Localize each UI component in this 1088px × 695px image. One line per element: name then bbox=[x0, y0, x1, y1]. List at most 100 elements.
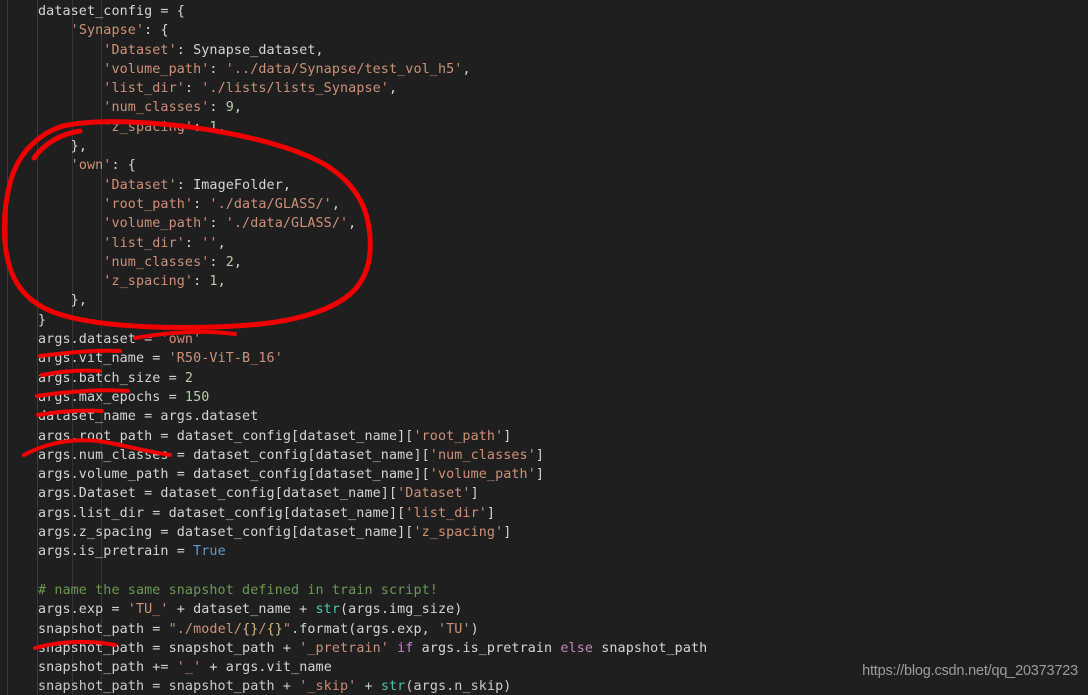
code-indent bbox=[38, 81, 103, 96]
code-token-plain: args.max_epochs = bbox=[38, 390, 185, 405]
code-token-plain: , bbox=[389, 81, 397, 96]
code-line[interactable]: 'num_classes': 9, bbox=[0, 98, 1088, 117]
code-token-fn: str bbox=[381, 679, 406, 694]
code-line[interactable]: snapshot_path = "./model/{}/{}".format(a… bbox=[0, 620, 1088, 639]
code-token-plain: args.is_pretrain = bbox=[38, 544, 193, 559]
code-token-plain: + bbox=[356, 679, 381, 694]
code-line[interactable]: } bbox=[0, 311, 1088, 330]
code-token-str: 'own' bbox=[160, 332, 201, 347]
code-token-plain: : bbox=[209, 62, 225, 77]
code-indent bbox=[38, 178, 103, 193]
code-line[interactable]: 'z_spacing': 1, bbox=[0, 118, 1088, 137]
code-token-str: " bbox=[283, 622, 291, 637]
code-token-plain: ] bbox=[503, 525, 511, 540]
code-token-num: 2 bbox=[185, 371, 193, 386]
code-token-str: 'TU' bbox=[438, 622, 471, 637]
code-line[interactable]: 'volume_path': './data/GLASS/', bbox=[0, 214, 1088, 233]
code-token-str: 'num_classes' bbox=[103, 255, 209, 270]
code-token-num: 150 bbox=[185, 390, 210, 405]
code-token-plain: ] bbox=[471, 486, 479, 501]
code-line[interactable]: args.max_epochs = 150 bbox=[0, 388, 1088, 407]
code-token-plain: ] bbox=[487, 506, 495, 521]
code-token-plain: args.vit_name = bbox=[38, 351, 169, 366]
code-line[interactable]: snapshot_path = snapshot_path + '_skip' … bbox=[0, 677, 1088, 695]
code-indent bbox=[38, 197, 103, 212]
code-token-plain: } bbox=[38, 313, 46, 328]
code-token-str: './data/GLASS/' bbox=[226, 216, 348, 231]
code-editor-screenshot: dataset_config = { 'Synapse': { 'Dataset… bbox=[0, 0, 1088, 695]
code-token-str: 'Dataset' bbox=[103, 43, 176, 58]
code-token-str: 'root_path' bbox=[103, 197, 193, 212]
code-token-plain: , bbox=[348, 216, 356, 231]
code-content[interactable]: dataset_config = { 'Synapse': { 'Dataset… bbox=[0, 0, 1088, 695]
code-indent bbox=[38, 216, 103, 231]
code-token-str: 'list_dir' bbox=[405, 506, 487, 521]
code-token-plain: args.Dataset = dataset_config[dataset_na… bbox=[38, 486, 397, 501]
code-indent bbox=[38, 255, 103, 270]
code-line[interactable]: args.dataset = 'own' bbox=[0, 330, 1088, 349]
code-token-plain: .format(args.exp, bbox=[291, 622, 438, 637]
code-line[interactable]: 'root_path': './data/GLASS/', bbox=[0, 195, 1088, 214]
code-token-str: 'Synapse' bbox=[71, 23, 144, 38]
code-token-str: './lists/lists_Synapse' bbox=[201, 81, 389, 96]
code-token-num: 9 bbox=[226, 100, 234, 115]
code-token-str: 'Dataset' bbox=[103, 178, 176, 193]
code-line[interactable]: 'Synapse': { bbox=[0, 21, 1088, 40]
code-token-plain: : bbox=[193, 197, 209, 212]
code-token-plain: , bbox=[234, 100, 242, 115]
code-token-num: 1 bbox=[209, 274, 217, 289]
code-token-str: 'own' bbox=[71, 158, 112, 173]
code-line[interactable]: 'list_dir': '', bbox=[0, 234, 1088, 253]
code-token-plain: snapshot_path += bbox=[38, 660, 177, 675]
code-token-plain: dataset_name = args.dataset bbox=[38, 409, 258, 424]
code-token-str: 'volume_path' bbox=[103, 216, 209, 231]
code-line[interactable]: 'list_dir': './lists/lists_Synapse', bbox=[0, 79, 1088, 98]
code-line[interactable]: args.Dataset = dataset_config[dataset_na… bbox=[0, 484, 1088, 503]
code-line[interactable]: 'z_spacing': 1, bbox=[0, 272, 1088, 291]
code-token-str: '_' bbox=[177, 660, 202, 675]
code-token-plain: snapshot_path = bbox=[38, 622, 169, 637]
code-indent bbox=[38, 100, 103, 115]
code-line[interactable]: }, bbox=[0, 291, 1088, 310]
code-line[interactable]: 'Dataset': Synapse_dataset, bbox=[0, 41, 1088, 60]
code-line[interactable]: dataset_config = { bbox=[0, 2, 1088, 21]
code-line[interactable]: snapshot_path = snapshot_path + '_pretra… bbox=[0, 639, 1088, 658]
code-line[interactable]: args.vit_name = 'R50-ViT-B_16' bbox=[0, 349, 1088, 368]
code-line[interactable]: dataset_name = args.dataset bbox=[0, 407, 1088, 426]
code-line[interactable]: }, bbox=[0, 137, 1088, 156]
code-token-ctl: if bbox=[397, 641, 413, 656]
code-token-plain: : bbox=[185, 81, 201, 96]
code-indent bbox=[38, 158, 71, 173]
code-line[interactable]: # name the same snapshot defined in trai… bbox=[0, 581, 1088, 600]
code-line[interactable]: 'volume_path': '../data/Synapse/test_vol… bbox=[0, 60, 1088, 79]
code-line[interactable]: 'Dataset': ImageFolder, bbox=[0, 176, 1088, 195]
code-token-str: '../data/Synapse/test_vol_h5' bbox=[226, 62, 463, 77]
code-line[interactable]: 'num_classes': 2, bbox=[0, 253, 1088, 272]
code-token-str: 'list_dir' bbox=[103, 81, 185, 96]
code-token-fmt: {} bbox=[242, 622, 258, 637]
code-token-plain: , bbox=[218, 274, 226, 289]
code-indent bbox=[38, 139, 71, 154]
code-token-str: 'z_spacing' bbox=[103, 120, 193, 135]
code-line[interactable]: args.volume_path = dataset_config[datase… bbox=[0, 465, 1088, 484]
code-token-str: './data/GLASS/' bbox=[209, 197, 331, 212]
code-token-ctl: else bbox=[560, 641, 593, 656]
code-token-str: 'volume_path' bbox=[430, 467, 536, 482]
code-line[interactable]: args.batch_size = 2 bbox=[0, 369, 1088, 388]
code-line[interactable]: args.num_classes = dataset_config[datase… bbox=[0, 446, 1088, 465]
code-token-num: 2 bbox=[226, 255, 234, 270]
code-line[interactable]: args.list_dir = dataset_config[dataset_n… bbox=[0, 504, 1088, 523]
code-line[interactable]: 'own': { bbox=[0, 156, 1088, 175]
code-indent bbox=[38, 43, 103, 58]
code-line[interactable]: args.exp = 'TU_' + dataset_name + str(ar… bbox=[0, 600, 1088, 619]
code-token-plain: snapshot_path = snapshot_path + bbox=[38, 679, 299, 694]
code-line[interactable]: args.z_spacing = dataset_config[dataset_… bbox=[0, 523, 1088, 542]
code-token-str: 'list_dir' bbox=[103, 236, 185, 251]
code-line[interactable]: args.is_pretrain = True bbox=[0, 542, 1088, 561]
code-token-str: '' bbox=[201, 236, 217, 251]
code-token-plain: , bbox=[462, 62, 470, 77]
code-line[interactable]: args.root_path = dataset_config[dataset_… bbox=[0, 427, 1088, 446]
code-token-plain: : bbox=[209, 216, 225, 231]
code-line[interactable] bbox=[0, 562, 1088, 581]
code-token-plain: ) bbox=[471, 622, 479, 637]
